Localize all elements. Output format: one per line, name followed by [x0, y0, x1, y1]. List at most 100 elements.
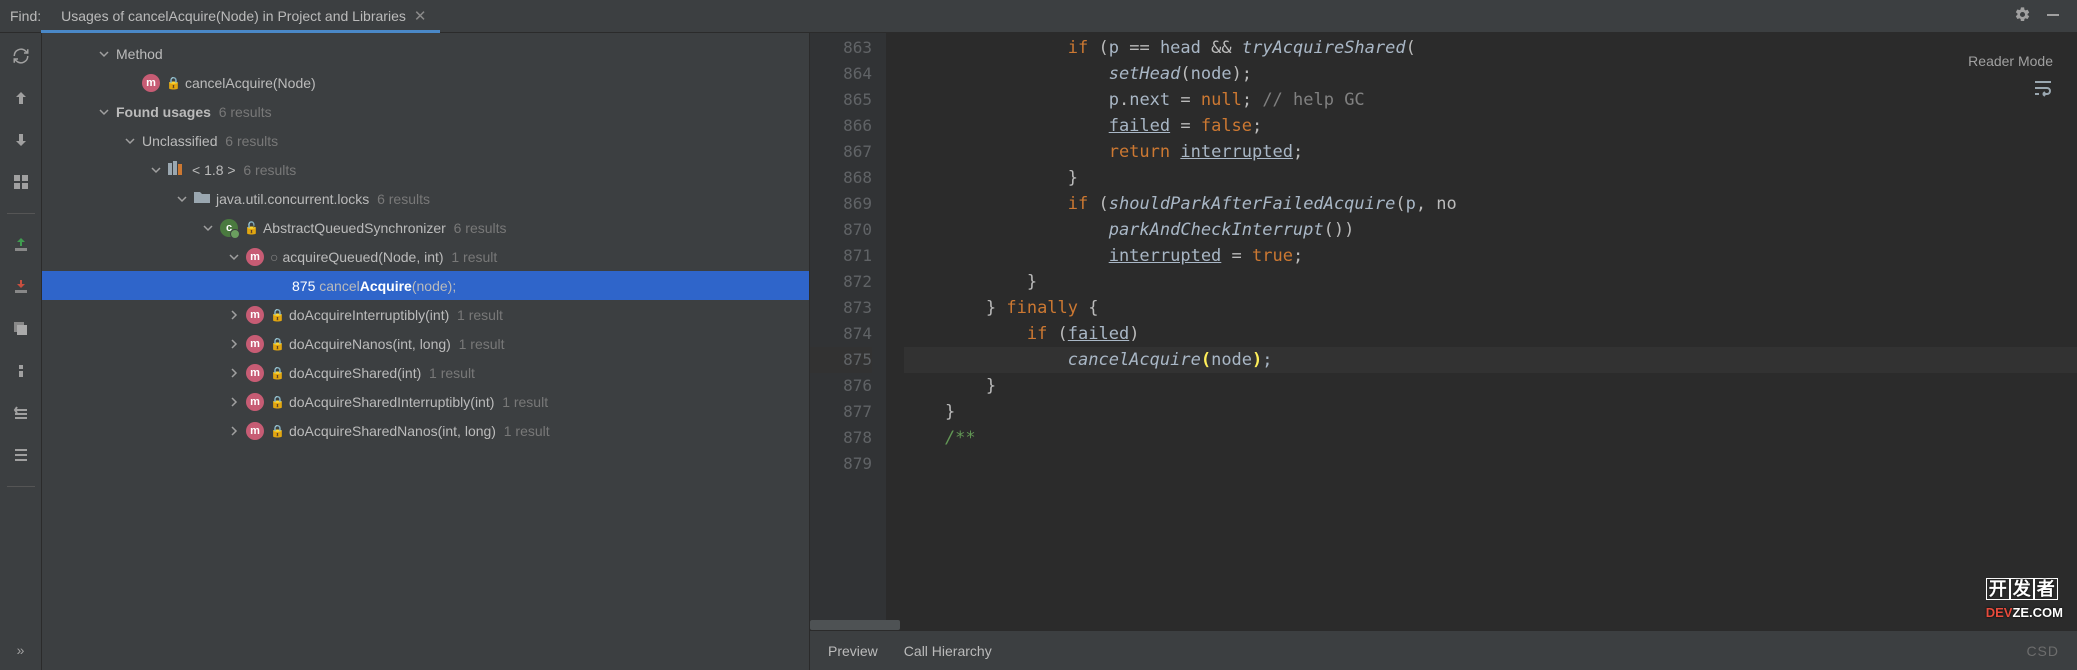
lock-icon: 🔒: [270, 337, 285, 351]
method-icon: m: [142, 74, 160, 92]
gear-icon[interactable]: [2014, 6, 2031, 26]
chevron-down-icon[interactable]: [226, 249, 242, 265]
tree-node-method-item[interactable]: m 🔒 doAcquireSharedNanos(int, long) 1 resu…: [42, 416, 809, 445]
tree-node-lib[interactable]: < 1.8 > 6 results: [42, 155, 809, 184]
result-count: 1 result: [459, 336, 505, 352]
lock-icon: 🔒: [166, 76, 181, 90]
tab-preview[interactable]: Preview: [828, 643, 878, 659]
info-icon[interactable]: [6, 356, 36, 386]
arrow-down-icon[interactable]: [6, 125, 36, 155]
stack-icon[interactable]: [6, 314, 36, 344]
library-icon: [168, 160, 186, 179]
reader-mode-toggle[interactable]: Reader Mode: [1968, 53, 2053, 102]
result-count: 1 result: [502, 394, 548, 410]
chevron-right-icon[interactable]: [226, 336, 242, 352]
tree-node-method[interactable]: Method: [42, 39, 809, 68]
tree-label: doAcquireInterruptibly(int): [289, 307, 449, 323]
method-icon: m: [246, 393, 264, 411]
preview-pane: 8638648658668678688698708718728738748758…: [810, 33, 2077, 670]
expand-tool-window-icon[interactable]: »: [6, 640, 36, 660]
group-icon[interactable]: [6, 167, 36, 197]
chevron-right-icon[interactable]: [226, 394, 242, 410]
tree-node-method-item[interactable]: m 🔒 doAcquireNanos(int, long) 1 result: [42, 329, 809, 358]
chevron-down-icon[interactable]: [148, 162, 164, 178]
export-icon[interactable]: [6, 272, 36, 302]
usages-tree[interactable]: Method m 🔒 cancelAcquire(Node) Found usa…: [42, 33, 810, 670]
separator: [7, 213, 35, 214]
scrollbar-thumb[interactable]: [810, 620, 900, 630]
left-toolbar: »: [0, 33, 42, 670]
tree-node-unclassified[interactable]: Unclassified 6 results: [42, 126, 809, 155]
chevron-down-icon[interactable]: [200, 220, 216, 236]
tree-label: Method: [116, 46, 163, 62]
method-icon: m: [246, 248, 264, 266]
folder-icon: [194, 190, 210, 207]
circle-icon: ○: [270, 249, 278, 265]
close-icon[interactable]: ✕: [414, 7, 427, 25]
brand-watermark: CSD: [2026, 643, 2059, 659]
result-count: 6 results: [454, 220, 507, 236]
lock-icon: 🔒: [270, 366, 285, 380]
tree-node-method-item[interactable]: m ○acquireQueued(Node, int) 1 result: [42, 242, 809, 271]
chevron-down-icon[interactable]: [174, 191, 190, 207]
tree-node-method-item[interactable]: m🔒doAcquireShared(int) 1 result: [42, 358, 809, 387]
tree-node-method-item[interactable]: m🔒doAcquireInterruptibly(int) 1 result: [42, 300, 809, 329]
tree-label: Unclassified: [142, 133, 217, 149]
chevron-right-icon[interactable]: [226, 365, 242, 381]
result-count: 1 result: [429, 365, 475, 381]
result-count: 1 result: [451, 249, 497, 265]
find-label: Find:: [10, 8, 41, 24]
chevron-down-icon[interactable]: [122, 133, 138, 149]
lock-icon: 🔒: [270, 308, 285, 322]
method-icon: m: [246, 335, 264, 353]
tree-node-class[interactable]: c 🔓 AbstractQueuedSynchronizer 6 results: [42, 213, 809, 242]
tree-node-method-item[interactable]: m 🔒 doAcquireSharedInterruptibly(int) 1 re…: [42, 387, 809, 416]
tree-label: AbstractQueuedSynchronizer: [263, 220, 446, 236]
tree-label: Found usages: [116, 104, 211, 120]
refresh-icon[interactable]: [6, 41, 36, 71]
tab-call-hierarchy[interactable]: Call Hierarchy: [904, 643, 992, 659]
result-count: 6 results: [219, 104, 272, 120]
tree-node-usage[interactable]: 875 cancelAcquire(node);: [42, 271, 809, 300]
result-count: 1 result: [504, 423, 550, 439]
chevron-down-icon[interactable]: [96, 104, 112, 120]
find-tab-title: Usages of cancelAcquire(Node) in Project…: [61, 8, 406, 24]
tree-label: acquireQueued(Node, int): [282, 249, 443, 265]
horizontal-scrollbar[interactable]: [810, 620, 2077, 630]
reader-mode-label: Reader Mode: [1968, 53, 2053, 69]
unlock-icon: 🔓: [244, 221, 259, 235]
chevron-down-icon[interactable]: [96, 46, 112, 62]
result-count: 6 results: [377, 191, 430, 207]
arrow-up-icon[interactable]: [6, 83, 36, 113]
tree-label: doAcquireSharedNanos(int, long): [289, 423, 496, 439]
expand-all-icon[interactable]: [6, 398, 36, 428]
tree-node-package[interactable]: java.util.concurrent.locks 6 results: [42, 184, 809, 213]
wrap-icon[interactable]: [2033, 79, 2053, 102]
tree-node-found-usages[interactable]: Found usages 6 results: [42, 97, 809, 126]
separator: [7, 486, 35, 487]
tree-label: cancelAcquire(Node): [185, 75, 316, 91]
collapse-all-icon[interactable]: [6, 440, 36, 470]
tree-label: doAcquireSharedInterruptibly(int): [289, 394, 494, 410]
class-icon: c: [220, 219, 238, 237]
find-tab[interactable]: Usages of cancelAcquire(Node) in Project…: [57, 1, 430, 31]
lock-icon: 🔒: [270, 395, 285, 409]
method-icon: m: [246, 422, 264, 440]
editor-gutter: 8638648658668678688698708718728738748758…: [810, 33, 886, 620]
tree-node-method-sig[interactable]: m 🔒 cancelAcquire(Node): [42, 68, 809, 97]
lock-icon: 🔒: [270, 424, 285, 438]
result-count: 6 results: [225, 133, 278, 149]
editor-code[interactable]: if (p == head && tryAcquireShared( setHe…: [886, 33, 2077, 620]
line-number: 875: [292, 278, 315, 294]
watermark-logo: 开发者 DEVZE.COM: [1986, 575, 2063, 622]
minimize-icon[interactable]: [2045, 7, 2061, 26]
tree-label: doAcquireNanos(int, long): [289, 336, 451, 352]
result-count: 6 results: [243, 162, 296, 178]
tree-label: java.util.concurrent.locks: [216, 191, 369, 207]
tree-label: < 1.8 >: [192, 162, 236, 178]
import-icon[interactable]: [6, 230, 36, 260]
method-icon: m: [246, 306, 264, 324]
find-toolbar: Find: Usages of cancelAcquire(Node) in P…: [0, 0, 2077, 32]
chevron-right-icon[interactable]: [226, 423, 242, 439]
chevron-right-icon[interactable]: [226, 307, 242, 323]
